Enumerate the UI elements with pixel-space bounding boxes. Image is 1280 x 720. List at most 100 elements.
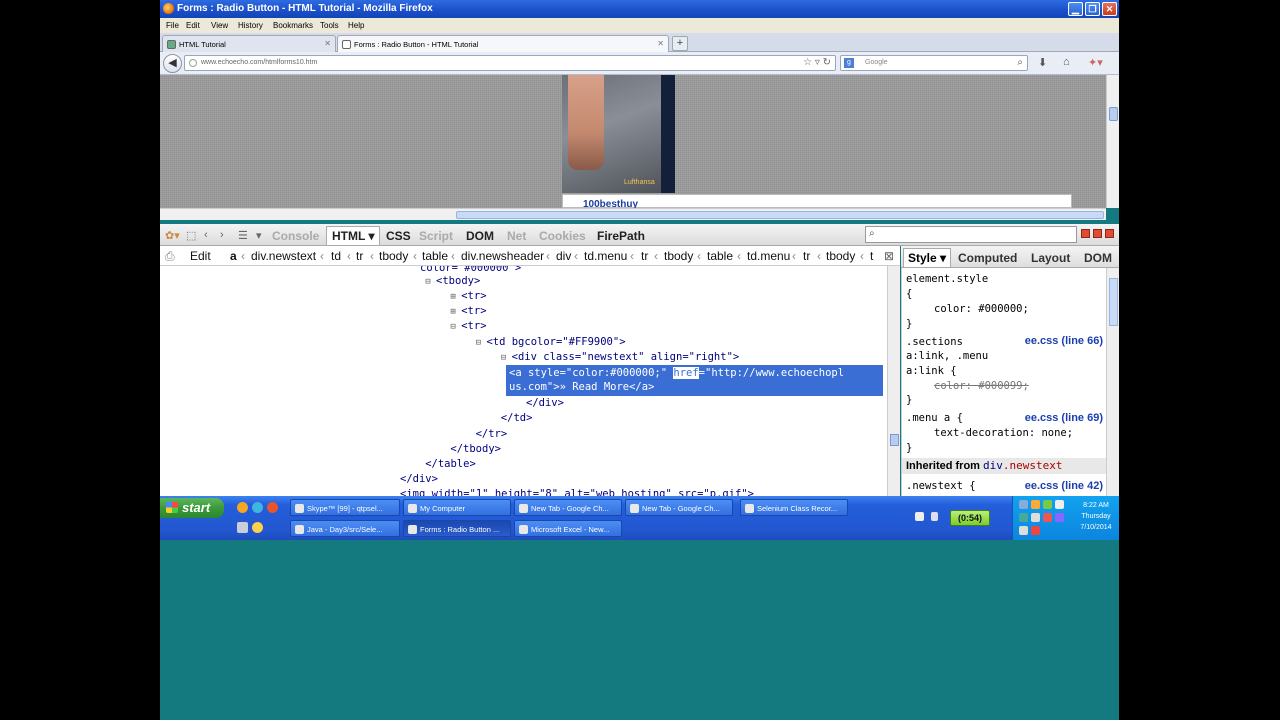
html-pane-scrollbar[interactable] <box>887 266 900 496</box>
collapse-icon[interactable]: ⊟ <box>450 322 461 332</box>
dropdown-icon[interactable]: ▾ <box>256 229 262 242</box>
tab-cookies[interactable]: Cookies <box>539 229 586 243</box>
breadcrumb-item[interactable]: table <box>422 249 448 263</box>
close-firebug-button[interactable] <box>1105 229 1114 238</box>
tray-app-icon[interactable] <box>1043 513 1052 522</box>
back-arrow-icon[interactable]: ‹ <box>204 229 208 241</box>
help-icon[interactable] <box>915 512 924 521</box>
lock-icon[interactable]: ⎙ <box>165 249 175 264</box>
tree-node[interactable]: </table> <box>425 458 476 470</box>
start-button[interactable]: start <box>160 498 224 518</box>
taskbar-button[interactable]: Skype™ [99] - qtpsel... <box>290 499 400 516</box>
tab-css[interactable]: CSS <box>386 229 411 243</box>
forward-arrow-icon[interactable]: › <box>220 229 224 241</box>
back-button[interactable]: ◀ <box>163 54 182 73</box>
tree-node[interactable]: ⊞ <tr> <box>450 305 486 317</box>
css-property[interactable]: text-decoration: none; <box>934 427 1073 439</box>
menu-history[interactable]: History <box>238 21 263 30</box>
tree-node[interactable]: </td> <box>501 412 533 424</box>
tree-node[interactable]: ⊟ <tbody> <box>425 275 480 287</box>
close-tab-icon[interactable]: ✕ <box>324 39 331 48</box>
tray-network-icon[interactable] <box>1019 500 1028 509</box>
home-icon[interactable]: ⌂ <box>1063 56 1070 68</box>
maximize-button[interactable]: ❐ <box>1085 2 1100 16</box>
tab-forms-radio-button[interactable]: Forms : Radio Button - HTML Tutorial ✕ <box>337 35 669 52</box>
breadcrumb-item[interactable]: tr <box>641 249 648 263</box>
collapse-icon[interactable]: ⊟ <box>476 338 487 348</box>
menu-bookmarks[interactable]: Bookmarks <box>273 21 313 30</box>
list-icon[interactable]: ☰ <box>238 229 248 242</box>
window-title-bar[interactable]: Forms : Radio Button - HTML Tutorial - M… <box>160 0 1119 18</box>
addon-icon[interactable]: ✦▾ <box>1088 56 1103 69</box>
url-bar[interactable]: www.echoecho.com/htmlforms10.htm ☆ ▿ ↻ <box>184 55 836 71</box>
page-vertical-scrollbar[interactable] <box>1106 75 1119 208</box>
style-pane[interactable]: element.style { color: #000000; } .secti… <box>901 268 1106 496</box>
breadcrumb-item[interactable]: div <box>556 249 571 263</box>
clock[interactable]: 8:22 AM Thursday 7/10/2014 <box>1073 500 1119 533</box>
quicklaunch-app-icon[interactable] <box>267 502 278 513</box>
advertisement-image[interactable]: Lufthansa <box>562 75 675 193</box>
tab-dom[interactable]: DOM <box>466 229 494 243</box>
search-box[interactable]: g Google ⌕ <box>840 55 1028 71</box>
menu-edit[interactable]: Edit <box>186 21 200 30</box>
style-pane-scrollbar[interactable] <box>1106 268 1119 496</box>
close-button[interactable]: ✕ <box>1102 2 1117 16</box>
collapse-icon[interactable]: ⊟ <box>425 277 436 287</box>
expand-icon[interactable]: ⊞ <box>450 292 461 302</box>
expand-icon[interactable]: ⊞ <box>450 307 461 317</box>
quicklaunch-firefox-icon[interactable] <box>237 502 248 513</box>
quicklaunch-desktop-icon[interactable] <box>237 522 248 533</box>
close-tab-icon[interactable]: ✕ <box>657 39 664 48</box>
menu-help[interactable]: Help <box>348 21 364 30</box>
google-icon[interactable]: g <box>844 58 854 68</box>
tree-node[interactable]: ⊟ <td bgcolor="#FF9900"> <box>476 336 626 348</box>
tray-app-icon[interactable] <box>1019 513 1028 522</box>
taskbar-button[interactable]: My Computer <box>403 499 511 516</box>
taskbar-button[interactable]: Forms : Radio Button ... <box>403 520 511 537</box>
tray-app-icon[interactable] <box>1055 513 1064 522</box>
tab-html-tutorial[interactable]: HTML Tutorial ✕ <box>162 35 336 52</box>
html-tree-pane[interactable]: color="#000000"> ⊟ <tbody> ⊞ <tr> ⊞ <tr> ⊟ … <box>160 266 887 496</box>
tray-app-icon[interactable] <box>1055 500 1064 509</box>
tree-node[interactable]: ⊟ <div class="newstext" align="right"> <box>501 351 739 363</box>
tab-script[interactable]: Script <box>419 229 453 243</box>
scroll-thumb[interactable] <box>1109 107 1118 121</box>
breadcrumb-more-icon[interactable]: ⊠ <box>884 249 894 263</box>
breadcrumb-item[interactable]: table <box>707 249 733 263</box>
selected-node[interactable]: <a style="color:#000000;" href="http://w… <box>506 365 883 396</box>
menu-tools[interactable]: Tools <box>320 21 339 30</box>
firebug-icon[interactable]: ✿▾ <box>165 229 180 242</box>
selected-attr-href[interactable]: href <box>673 367 699 379</box>
taskbar-button[interactable]: Selenium Class Recor... <box>740 499 848 516</box>
detach-firebug-button[interactable] <box>1093 229 1102 238</box>
quicklaunch-chrome-icon[interactable] <box>252 522 263 533</box>
tray-app-icon[interactable] <box>1043 500 1052 509</box>
css-source-link[interactable]: ee.css (line 69) <box>1025 412 1103 424</box>
tab-computed[interactable]: Computed <box>958 251 1017 265</box>
breadcrumb-item[interactable]: div.newstext <box>251 249 316 263</box>
tree-node[interactable]: ⊞ <tr> <box>450 290 486 302</box>
taskbar-button[interactable]: Java - Day3/src/Sele... <box>290 520 400 537</box>
tab-html[interactable]: HTML ▾ <box>326 226 381 245</box>
css-property[interactable]: color: #000000; <box>934 303 1029 315</box>
taskbar-button[interactable]: New Tab - Google Ch... <box>625 499 733 516</box>
tab-layout[interactable]: Layout <box>1031 251 1070 265</box>
scroll-thumb[interactable] <box>1109 278 1118 326</box>
menu-view[interactable]: View <box>211 21 228 30</box>
tab-style[interactable]: Style ▾ <box>903 248 952 267</box>
breadcrumb-item[interactable]: t <box>870 249 873 263</box>
css-source-link[interactable]: ee.css (line 42) <box>1025 480 1103 492</box>
css-source-link[interactable]: ee.css (line 66) <box>1025 335 1103 347</box>
tray-app-icon[interactable] <box>1031 513 1040 522</box>
taskbar-button[interactable]: New Tab - Google Ch... <box>514 499 622 516</box>
tree-node[interactable]: <img width="1" height="8" alt="web hosti… <box>400 488 754 496</box>
breadcrumb-item[interactable]: tbody <box>379 249 408 263</box>
tray-security-icon[interactable] <box>1031 526 1040 535</box>
minimize-button[interactable]: ▁ <box>1068 2 1083 16</box>
bookmark-star-icon[interactable]: ☆ ▿ ↻ <box>803 57 831 68</box>
collapse-icon[interactable]: ⊟ <box>501 353 512 363</box>
tray-volume-icon[interactable] <box>1019 526 1028 535</box>
breadcrumb-item[interactable]: tbody <box>664 249 693 263</box>
breadcrumb-item[interactable]: tr <box>356 249 363 263</box>
inspect-icon[interactable]: ⬚ <box>186 229 196 242</box>
